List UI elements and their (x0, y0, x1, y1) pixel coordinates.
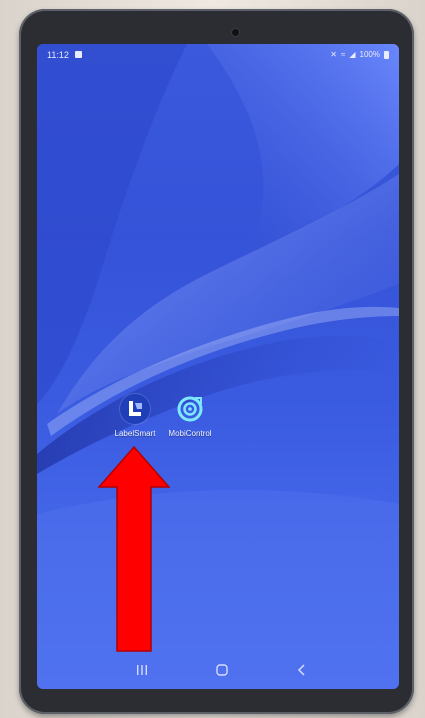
labelsmart-app-icon[interactable] (120, 394, 150, 424)
home-icon (216, 664, 228, 676)
recents-button[interactable] (127, 659, 157, 681)
tablet-screen: 11:12 ✕ ≈ ◢ 100% LabelSmart MobiControl (37, 44, 399, 689)
status-bar: 11:12 ✕ ≈ ◢ 100% (37, 44, 399, 66)
annotation-arrow (97, 445, 171, 652)
front-camera (232, 29, 239, 36)
recents-icon (137, 665, 147, 675)
status-icons: ✕ ≈ ◢ 100% (330, 50, 389, 59)
battery-icon (384, 50, 389, 59)
mobicontrol-app-icon[interactable] (175, 394, 205, 424)
back-button[interactable] (287, 659, 317, 681)
status-time: 11:12 (47, 50, 69, 60)
notification-icon (75, 51, 82, 58)
app-mobicontrol[interactable]: MobiControl (155, 394, 225, 439)
wallpaper (37, 44, 399, 689)
photo-background: 11:12 ✕ ≈ ◢ 100% LabelSmart MobiControl (0, 0, 425, 718)
battery-percent: 100% (359, 50, 380, 59)
signal-icon: ◢ (349, 50, 356, 59)
home-button[interactable] (207, 659, 237, 681)
mute-icon: ✕ (330, 50, 337, 59)
app-label: MobiControl (168, 429, 212, 438)
navigation-bar (37, 651, 399, 689)
wifi-icon: ≈ (340, 50, 346, 59)
back-icon (297, 664, 305, 676)
